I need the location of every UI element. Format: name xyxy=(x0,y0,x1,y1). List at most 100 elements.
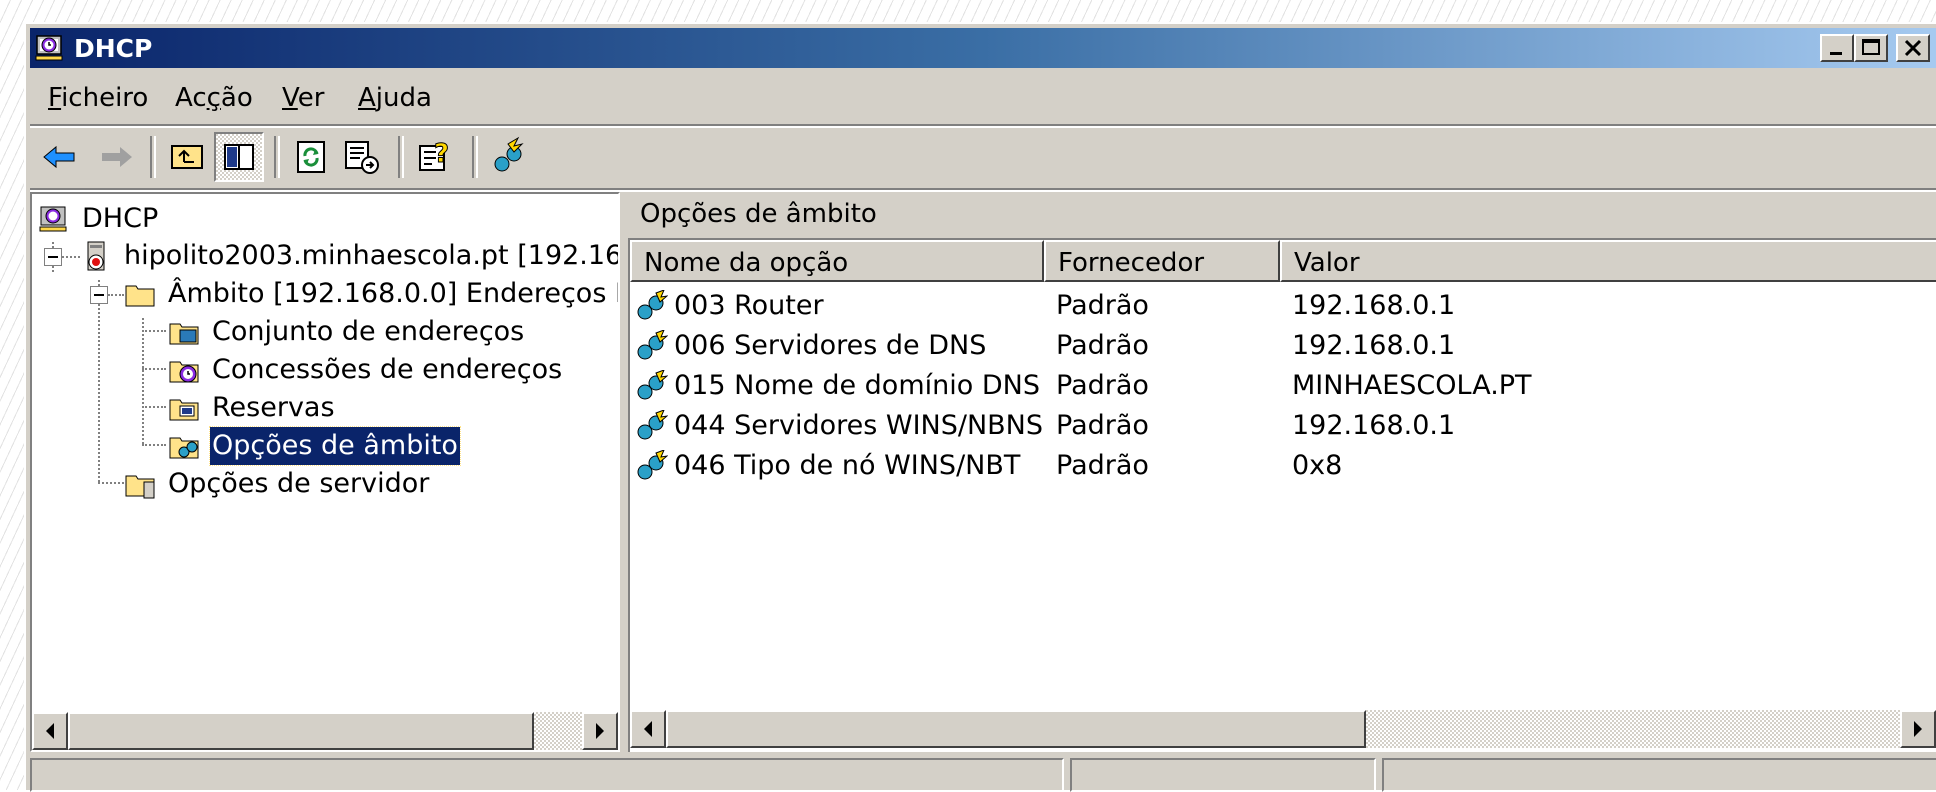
list-item[interactable]: 044 Servidores WINS/NBNS Padrão 192.168.… xyxy=(630,406,1936,446)
refresh-button[interactable] xyxy=(286,132,336,182)
tree-item-server-options[interactable]: Opções de servidor xyxy=(124,465,584,503)
details-pane: Opções de âmbito Nome da opção Fornecedo… xyxy=(628,192,1936,752)
server-options-icon xyxy=(125,475,155,499)
show-hide-console-tree-button[interactable] xyxy=(214,132,264,182)
back-button[interactable] xyxy=(36,132,86,182)
tree-item-address-pool[interactable]: Conjunto de endereços xyxy=(168,313,618,351)
scroll-thumb[interactable] xyxy=(68,712,534,750)
dhcp-app-icon xyxy=(35,35,63,61)
menu-bar: Ficheiro Acção Ver Ajuda xyxy=(30,74,1936,122)
scope-options-icon xyxy=(494,136,524,172)
tree-horizontal-scrollbar[interactable] xyxy=(32,712,618,750)
console-tree-pane[interactable]: DHCP hipolito2003.minhaescola.pt [192.16… xyxy=(30,192,620,752)
forward-button[interactable] xyxy=(90,132,140,182)
scroll-left-button[interactable] xyxy=(630,710,666,748)
tree-item-reservations[interactable]: Reservas xyxy=(168,389,618,427)
list-item[interactable]: 003 Router Padrão 192.168.0.1 xyxy=(630,286,1936,326)
menu-ver[interactable]: Ver xyxy=(282,74,324,122)
tree-item-server[interactable]: hipolito2003.minhaescola.pt [192.168.0.1… xyxy=(80,237,618,275)
column-header-option-name[interactable]: Nome da opção xyxy=(630,240,1044,282)
toolbar-separator xyxy=(274,136,280,178)
show-hide-console-tree-icon xyxy=(224,144,254,170)
collapse-server-toggle[interactable] xyxy=(44,248,62,266)
option-name: 003 Router xyxy=(674,290,824,321)
tree-connector xyxy=(142,330,166,332)
option-icon xyxy=(637,330,668,360)
scope-options-button[interactable] xyxy=(484,132,534,182)
svg-text:?: ? xyxy=(434,139,449,169)
list-item[interactable]: 046 Tipo de nó WINS/NBT Padrão 0x8 xyxy=(630,446,1936,486)
menu-ajuda[interactable]: Ajuda xyxy=(358,74,432,122)
list-horizontal-scrollbar[interactable] xyxy=(630,710,1936,748)
close-button[interactable] xyxy=(1896,34,1930,62)
back-icon xyxy=(43,145,75,169)
menu-label: ão xyxy=(220,83,253,113)
column-header-vendor[interactable]: Fornecedor xyxy=(1044,240,1280,282)
column-header-value[interactable]: Valor xyxy=(1280,240,1936,282)
list-item[interactable]: 015 Nome de domínio DNS Padrão MINHAESCO… xyxy=(630,366,1936,406)
option-vendor: Padrão xyxy=(1056,330,1149,361)
window-title: DHCP xyxy=(74,34,153,63)
minimize-icon xyxy=(1830,52,1842,55)
export-list-button[interactable] xyxy=(336,132,386,182)
server-icon xyxy=(87,241,105,271)
option-vendor: Padrão xyxy=(1056,370,1149,401)
maximize-icon xyxy=(1862,39,1880,55)
tree-item-address-leases[interactable]: Concessões de endereços xyxy=(168,351,618,389)
menu-label: Ac xyxy=(175,83,207,113)
option-value: MINHAESCOLA.PT xyxy=(1292,370,1532,401)
collapse-scope-toggle[interactable] xyxy=(90,286,108,304)
toolbar-separator xyxy=(150,136,156,178)
scroll-right-button[interactable] xyxy=(1900,710,1936,748)
status-panel-main xyxy=(30,758,1064,792)
reservations-icon xyxy=(169,399,199,421)
tree-connector xyxy=(142,368,166,370)
tree-label: DHCP xyxy=(82,203,159,234)
address-leases-icon xyxy=(169,361,199,383)
arrow-right-icon xyxy=(596,723,604,739)
up-one-level-button[interactable] xyxy=(162,132,212,182)
minimize-button[interactable] xyxy=(1820,34,1854,62)
scope-options-folder-icon xyxy=(169,437,199,459)
tree-connector xyxy=(98,280,100,482)
option-vendor: Padrão xyxy=(1056,410,1149,441)
status-bar xyxy=(30,756,1936,792)
dhcp-icon xyxy=(39,206,67,232)
export-list-icon xyxy=(345,141,379,174)
scroll-right-button[interactable] xyxy=(582,712,618,750)
menu-accel: ç xyxy=(206,83,221,113)
refresh-icon xyxy=(297,141,325,173)
options-list[interactable]: Nome da opção Fornecedor Valor 003 Route… xyxy=(628,238,1936,752)
menu-label: er xyxy=(297,83,325,113)
title-bar[interactable]: DHCP xyxy=(30,28,1936,68)
option-vendor: Padrão xyxy=(1056,450,1149,481)
arrow-left-icon xyxy=(46,723,54,739)
tree-label-selected: Opções de âmbito xyxy=(209,426,461,466)
arrow-right-icon xyxy=(1914,721,1922,737)
tree-item-scope[interactable]: Âmbito [192.168.0.0] Endereços Inform xyxy=(124,275,618,313)
menu-ficheiro[interactable]: Ficheiro xyxy=(48,74,148,122)
tree-label: Reservas xyxy=(212,392,335,423)
list-item[interactable]: 006 Servidores de DNS Padrão 192.168.0.1 xyxy=(630,326,1936,366)
help-button[interactable]: ? xyxy=(410,132,460,182)
tree-label: Opções de servidor xyxy=(168,468,430,499)
tree-item-dhcp[interactable]: DHCP xyxy=(38,200,598,238)
address-pool-icon xyxy=(169,323,199,345)
scroll-thumb[interactable] xyxy=(666,710,1366,748)
up-one-level-icon xyxy=(171,145,203,169)
tree-item-scope-options[interactable]: Opções de âmbito xyxy=(168,426,618,466)
tree-label: Concessões de endereços xyxy=(212,354,563,385)
toolbar: ? xyxy=(30,128,1936,188)
help-icon: ? xyxy=(419,139,450,171)
menu-accel: V xyxy=(282,83,298,113)
scroll-left-button[interactable] xyxy=(32,712,68,750)
maximize-button[interactable] xyxy=(1854,34,1888,62)
option-value: 192.168.0.1 xyxy=(1292,330,1456,361)
details-pane-title: Opções de âmbito xyxy=(628,192,1936,236)
option-value: 192.168.0.1 xyxy=(1292,290,1456,321)
option-vendor: Padrão xyxy=(1056,290,1149,321)
menu-label: icheiro xyxy=(61,83,149,113)
menu-accao[interactable]: Acção xyxy=(175,74,253,122)
option-name: 015 Nome de domínio DNS xyxy=(674,370,1040,401)
close-icon xyxy=(1904,39,1922,57)
